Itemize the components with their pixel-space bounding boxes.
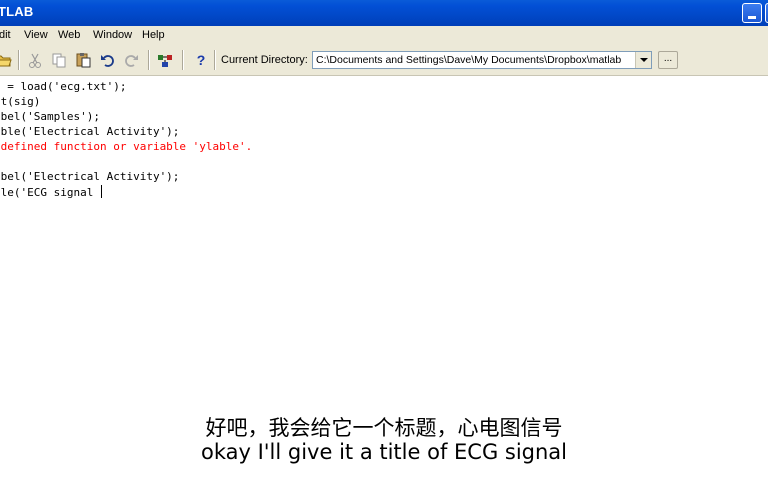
toolbar-separator: [182, 50, 184, 70]
browse-directory-button[interactable]: ...: [658, 51, 678, 69]
toolbar: ? Current Directory: C:\Documents and Se…: [0, 45, 768, 76]
current-directory-field[interactable]: C:\Documents and Settings\Dave\My Docume…: [312, 51, 652, 69]
command-input-line[interactable]: tle('ECG signal: [0, 185, 102, 199]
command-line: g = load('ecg.txt');: [0, 80, 127, 93]
text-cursor: [100, 185, 102, 198]
minimize-button[interactable]: [742, 3, 762, 23]
menu-web[interactable]: Web: [58, 29, 80, 41]
command-line: abel('Electrical Activity');: [0, 170, 180, 183]
toolbar-separator: [148, 50, 150, 70]
menu-edit[interactable]: dit: [0, 29, 11, 41]
copy-icon[interactable]: [50, 51, 68, 69]
subtitle-english: okay I'll give it a title of ECG signal: [200, 440, 568, 464]
command-line: abel('Samples');: [0, 110, 100, 123]
redo-icon[interactable]: [122, 51, 140, 69]
help-button[interactable]: ?: [192, 51, 210, 69]
error-message: ndefined function or variable 'ylable'.: [0, 140, 253, 153]
title-bar: TLAB: [0, 0, 768, 26]
chevron-down-icon[interactable]: [635, 52, 651, 68]
cut-icon[interactable]: [26, 51, 44, 69]
undo-icon[interactable]: [99, 51, 117, 69]
minimize-icon: [748, 16, 756, 19]
paste-icon[interactable]: [74, 51, 92, 69]
simulink-icon[interactable]: [156, 51, 174, 69]
menu-help[interactable]: Help: [142, 29, 165, 41]
toolbar-separator: [18, 50, 20, 70]
current-directory-label: Current Directory:: [221, 54, 308, 66]
menu-view[interactable]: View: [24, 29, 48, 41]
open-folder-icon[interactable]: [0, 51, 12, 69]
toolbar-separator: [214, 50, 216, 70]
menu-bar: dit View Web Window Help: [0, 26, 768, 45]
command-line: ot(sig): [0, 95, 41, 108]
command-input-text: tle('ECG signal: [0, 186, 100, 199]
command-line: able('Electrical Activity');: [0, 125, 180, 138]
current-directory-value: C:\Documents and Settings\Dave\My Docume…: [316, 54, 622, 66]
menu-window[interactable]: Window: [93, 29, 132, 41]
subtitle-chinese: 好吧，我会给它一个标题，心电图信号: [205, 416, 563, 440]
window-title: TLAB: [0, 4, 34, 19]
